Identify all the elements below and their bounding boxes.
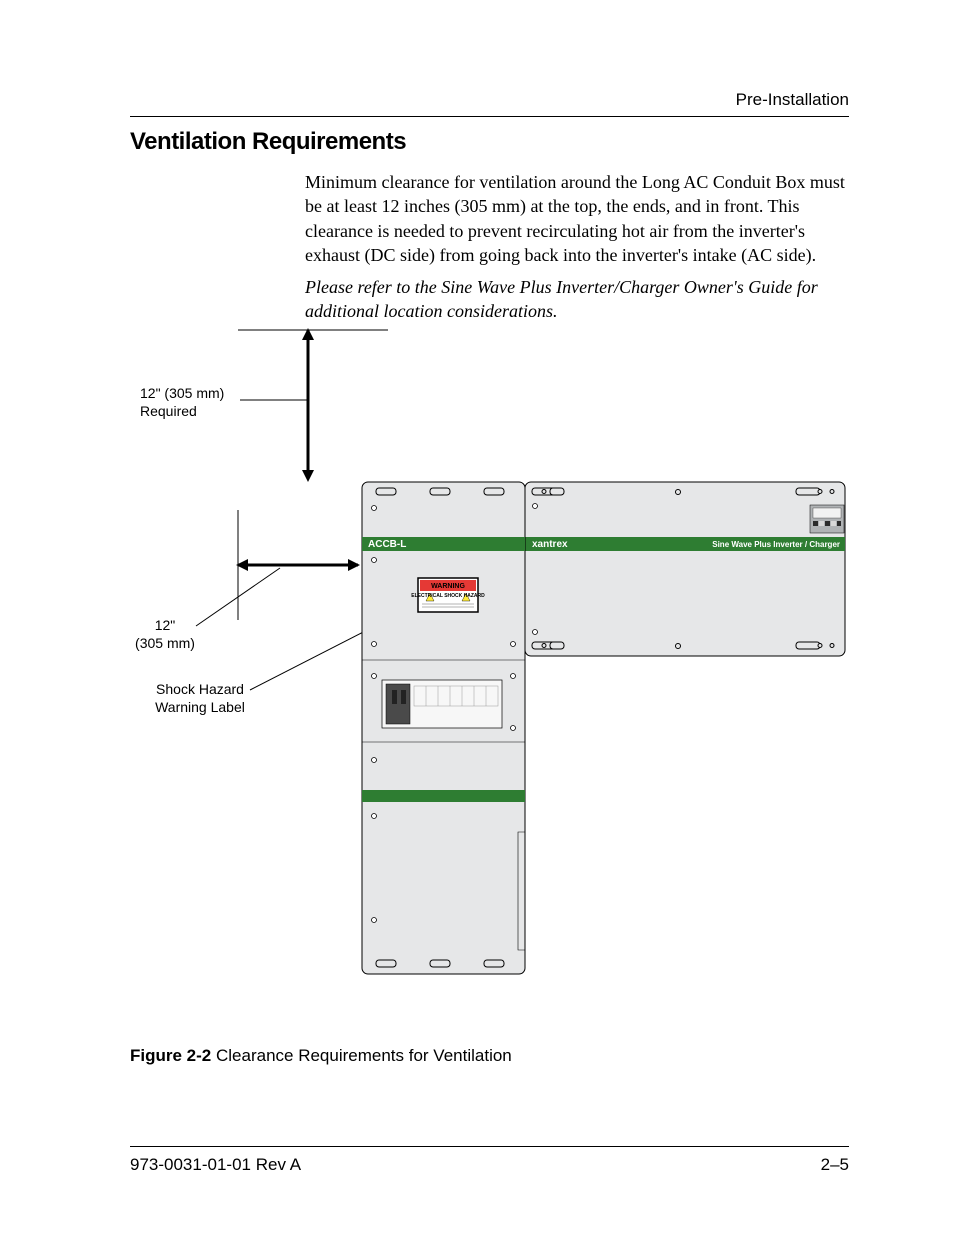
accb-top-slots xyxy=(376,488,504,495)
doc-number: 973-0031-01-01 Rev A xyxy=(130,1155,301,1175)
brand-text: xantrex xyxy=(532,539,568,550)
callout-top-clearance-line2: Required xyxy=(140,403,197,419)
warning-label: WARNING ELECTRICAL SHOCK HAZARD xyxy=(411,578,485,612)
model-text: Sine Wave Plus Inverter / Charger xyxy=(712,540,840,549)
figure-title: Clearance Requirements for Ventilation xyxy=(216,1046,512,1065)
figure-number: Figure 2-2 xyxy=(130,1046,211,1065)
figure-caption: Figure 2-2 Clearance Requirements for Ve… xyxy=(130,1046,512,1066)
section-title: Ventilation Requirements xyxy=(130,128,406,156)
accb-label: ACCB-L xyxy=(368,539,406,550)
paragraph-1: Minimum clearance for ventilation around… xyxy=(305,170,849,267)
accb-bottom-slots xyxy=(376,960,504,967)
inverter-control-panel xyxy=(810,505,844,533)
callout-hazard-line1: Shock Hazard xyxy=(156,681,244,697)
top-rule xyxy=(130,116,849,117)
warning-sub: ELECTRICAL SHOCK HAZARD xyxy=(411,593,485,599)
accb-band-2 xyxy=(362,790,525,802)
running-header: Pre-Installation xyxy=(736,90,849,110)
callout-top-clearance-line1: 12" (305 mm) xyxy=(140,385,224,401)
page: Pre-Installation Ventilation Requirement… xyxy=(0,0,954,1235)
breaker-panel xyxy=(382,680,502,728)
figure-2-2: 12" (305 mm) Required 12" (305 mm) Shock… xyxy=(130,320,849,985)
paragraph-2: Please refer to the Sine Wave Plus Inver… xyxy=(305,275,849,324)
callout-left-clearance-line2: (305 mm) xyxy=(135,635,195,651)
body-text: Minimum clearance for ventilation around… xyxy=(305,170,849,332)
callout-left-clearance-line1: 12" xyxy=(155,617,176,633)
page-number: 2–5 xyxy=(821,1155,849,1175)
callout-hazard-line2: Warning Label xyxy=(155,699,245,715)
figure-svg: 12" (305 mm) Required 12" (305 mm) Shock… xyxy=(130,320,854,985)
footer: 973-0031-01-01 Rev A 2–5 xyxy=(130,1155,849,1175)
warning-word: WARNING xyxy=(431,583,465,590)
bottom-rule xyxy=(130,1146,849,1147)
inverter-body xyxy=(525,482,845,656)
